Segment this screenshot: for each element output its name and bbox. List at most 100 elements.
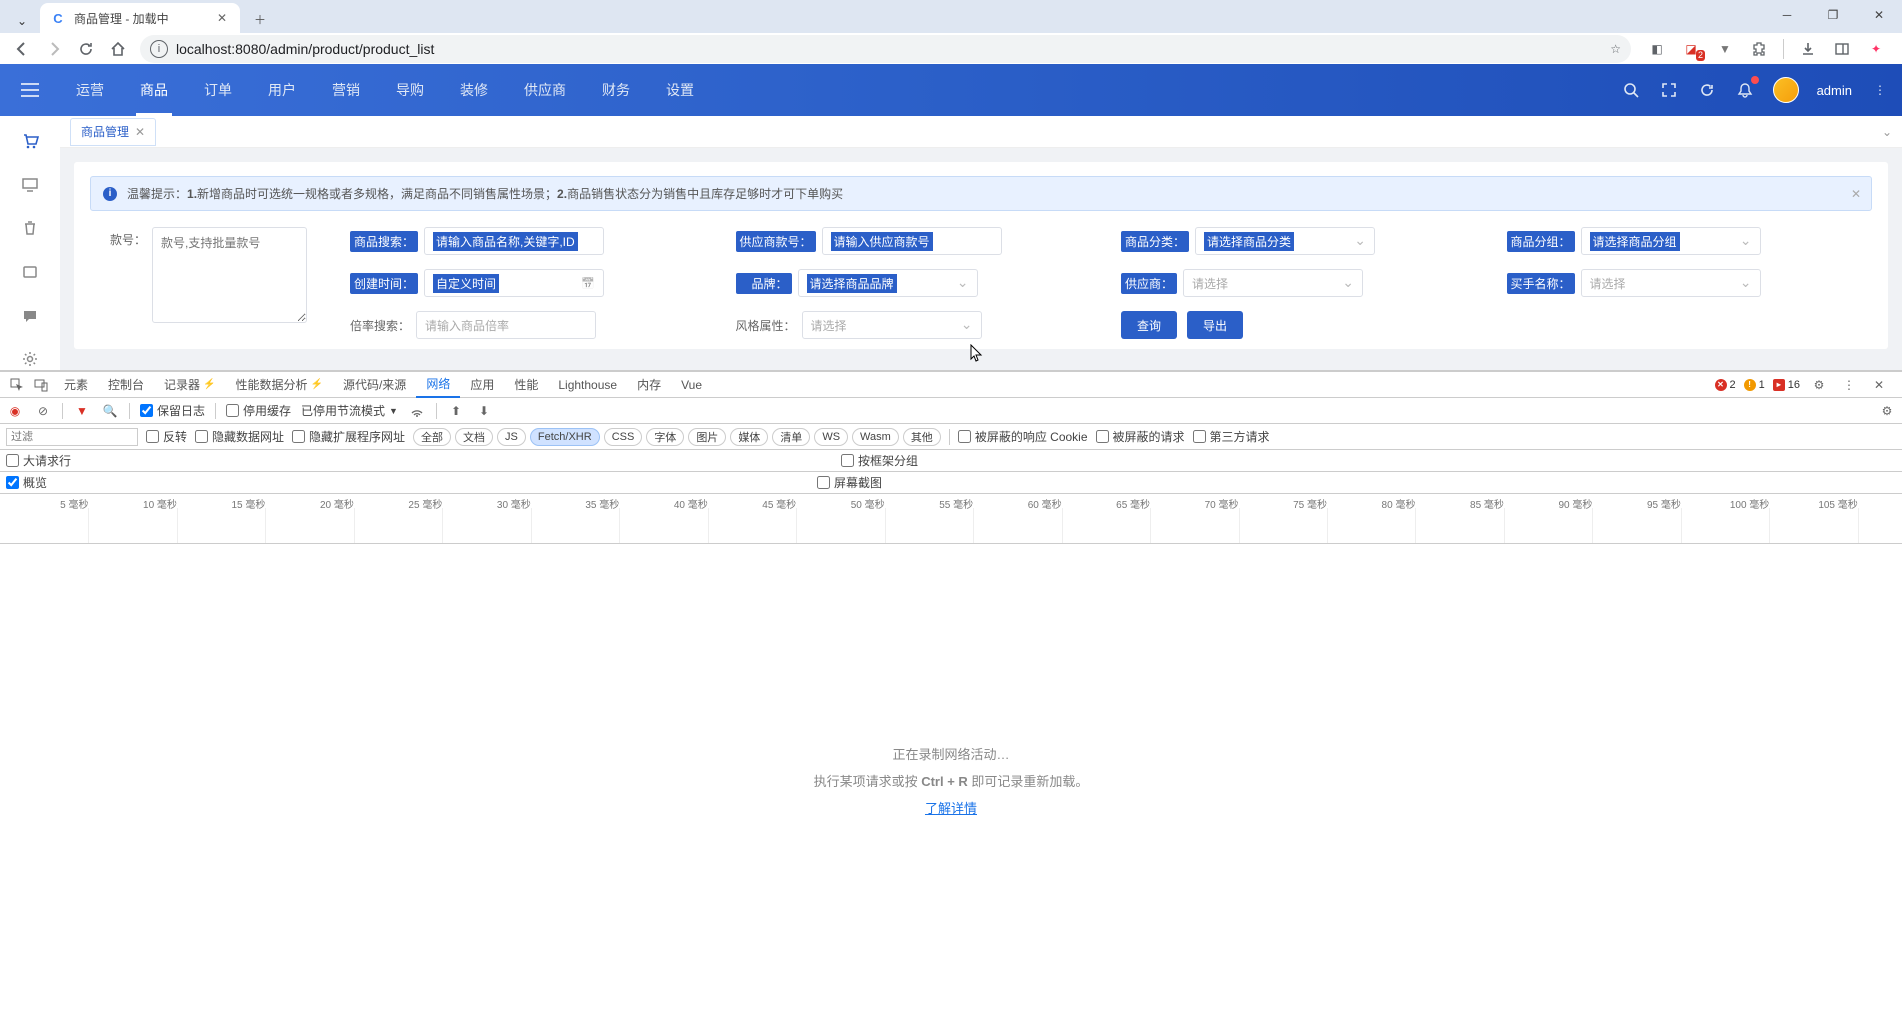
- hide-ext-checkbox[interactable]: 隐藏扩展程序网址: [292, 428, 405, 445]
- nav-item-3[interactable]: 用户: [250, 64, 314, 116]
- devtools-tab-9[interactable]: 内存: [627, 372, 671, 398]
- devtools-tab-4[interactable]: 源代码/来源: [333, 372, 416, 398]
- tab-expand-icon[interactable]: ⌄: [1882, 125, 1892, 139]
- fullscreen-icon[interactable]: [1659, 80, 1679, 100]
- devtools-tab-6[interactable]: 应用: [460, 372, 504, 398]
- nav-item-2[interactable]: 订单: [186, 64, 250, 116]
- nav-item-9[interactable]: 设置: [648, 64, 712, 116]
- sidebar-cart-icon[interactable]: [16, 130, 44, 152]
- network-settings-icon[interactable]: ⚙: [1878, 402, 1896, 420]
- search-input[interactable]: 请输入商品名称,关键字,ID: [424, 227, 604, 255]
- waterfall-timeline[interactable]: 5 毫秒10 毫秒15 毫秒20 毫秒25 毫秒30 毫秒35 毫秒40 毫秒4…: [0, 494, 1902, 544]
- ext-icon-menu[interactable]: ✦: [1866, 39, 1886, 59]
- window-close[interactable]: ✕: [1856, 0, 1902, 30]
- blocked-req-checkbox[interactable]: 被屏蔽的请求: [1096, 428, 1185, 445]
- devtools-tab-2[interactable]: 记录器⚡: [154, 372, 225, 398]
- devtools-device-icon[interactable]: [30, 374, 52, 396]
- filter-pill-8[interactable]: 清单: [772, 428, 810, 446]
- supplier-no-input[interactable]: 请输入供应商款号: [822, 227, 1002, 255]
- sidepanel-icon[interactable]: [1832, 39, 1852, 59]
- address-bar[interactable]: i localhost:8080/admin/product/product_l…: [140, 35, 1631, 63]
- filter-pill-7[interactable]: 媒体: [730, 428, 768, 446]
- devtools-info[interactable]: ▸16: [1773, 379, 1800, 391]
- overview-checkbox[interactable]: 概览: [6, 474, 47, 491]
- bell-icon[interactable]: [1735, 80, 1755, 100]
- group-select[interactable]: 请选择商品分组: [1581, 227, 1761, 255]
- filter-pill-3[interactable]: Fetch/XHR: [530, 428, 600, 446]
- ext-vue-icon[interactable]: ▼: [1715, 39, 1735, 59]
- buyer-select[interactable]: 请选择: [1581, 269, 1761, 297]
- devtools-tab-8[interactable]: Lighthouse: [548, 372, 627, 398]
- filter-toggle-icon[interactable]: ▼: [73, 402, 91, 420]
- page-tab[interactable]: 商品管理 ✕: [70, 118, 156, 146]
- devtools-tab-10[interactable]: Vue: [671, 372, 712, 398]
- more-icon[interactable]: ⋮: [1870, 80, 1890, 100]
- create-time-input[interactable]: 自定义时间: [424, 269, 604, 297]
- hide-data-checkbox[interactable]: 隐藏数据网址: [195, 428, 284, 445]
- devtools-tab-3[interactable]: 性能数据分析⚡: [226, 372, 333, 398]
- page-tab-close-icon[interactable]: ✕: [135, 125, 145, 139]
- devtools-tab-7[interactable]: 性能: [504, 372, 548, 398]
- query-button[interactable]: 查询: [1121, 311, 1177, 339]
- devtools-tab-5[interactable]: 网络: [416, 372, 460, 398]
- group-frame-checkbox[interactable]: 按框架分组: [841, 452, 918, 469]
- style-attr-select[interactable]: 请选择: [802, 311, 982, 339]
- devtools-more-icon[interactable]: ⋮: [1838, 374, 1860, 396]
- filter-pill-4[interactable]: CSS: [604, 428, 643, 446]
- brand-select[interactable]: 请选择商品品牌: [798, 269, 978, 297]
- devtools-errors[interactable]: ✕2: [1715, 379, 1736, 391]
- style-no-textarea[interactable]: [152, 227, 307, 323]
- devtools-tab-1[interactable]: 控制台: [98, 372, 154, 398]
- search-network-icon[interactable]: 🔍: [101, 402, 119, 420]
- filter-pill-9[interactable]: WS: [814, 428, 848, 446]
- devtools-warnings[interactable]: !1: [1744, 379, 1765, 391]
- filter-pill-5[interactable]: 字体: [646, 428, 684, 446]
- sidebar-gear-icon[interactable]: [16, 348, 44, 370]
- ext-icon-2[interactable]: ◪2: [1681, 39, 1701, 59]
- network-filter-input[interactable]: [6, 428, 138, 446]
- screenshot-checkbox[interactable]: 屏幕截图: [817, 474, 882, 491]
- refresh-icon[interactable]: [1697, 80, 1717, 100]
- supplier-select[interactable]: 请选择: [1183, 269, 1363, 297]
- preserve-log-checkbox[interactable]: 保留日志: [140, 402, 205, 419]
- filter-pill-1[interactable]: 文档: [455, 428, 493, 446]
- blocked-cookies-checkbox[interactable]: 被屏蔽的响应 Cookie: [958, 428, 1088, 445]
- site-info-icon[interactable]: i: [150, 40, 168, 58]
- nav-item-8[interactable]: 财务: [584, 64, 648, 116]
- devtools-close-icon[interactable]: ✕: [1868, 374, 1890, 396]
- devtools-inspect-icon[interactable]: [6, 374, 28, 396]
- record-icon[interactable]: ◉: [6, 402, 24, 420]
- filter-pill-11[interactable]: 其他: [903, 428, 941, 446]
- bookmark-star-icon[interactable]: ☆: [1610, 42, 1621, 56]
- big-rows-checkbox[interactable]: 大请求行: [6, 452, 71, 469]
- devtools-settings-icon[interactable]: ⚙: [1808, 374, 1830, 396]
- sidebar-tablet-icon[interactable]: [16, 261, 44, 283]
- extensions-icon[interactable]: [1749, 39, 1769, 59]
- nav-item-1[interactable]: 商品: [122, 64, 186, 116]
- filter-pill-6[interactable]: 图片: [688, 428, 726, 446]
- nav-forward[interactable]: [40, 35, 68, 63]
- alert-close-icon[interactable]: ✕: [1851, 187, 1861, 201]
- nav-reload[interactable]: [72, 35, 100, 63]
- category-select[interactable]: 请选择商品分类: [1195, 227, 1375, 255]
- menu-toggle-icon[interactable]: [12, 83, 48, 97]
- sidebar-monitor-icon[interactable]: [16, 174, 44, 196]
- upload-har-icon[interactable]: ⬆: [447, 402, 465, 420]
- browser-tab[interactable]: C 商品管理 - 加载中 ✕: [40, 3, 240, 33]
- nav-item-6[interactable]: 装修: [442, 64, 506, 116]
- nav-item-5[interactable]: 导购: [378, 64, 442, 116]
- window-minimize[interactable]: ─: [1764, 0, 1810, 30]
- ext-icon-1[interactable]: ◧: [1647, 39, 1667, 59]
- throttling-select[interactable]: 已停用节流模式 ▼: [301, 402, 398, 419]
- download-har-icon[interactable]: ⬇: [475, 402, 493, 420]
- nav-item-7[interactable]: 供应商: [506, 64, 584, 116]
- invert-checkbox[interactable]: 反转: [146, 428, 187, 445]
- tab-search-dropdown[interactable]: ⌄: [10, 9, 34, 33]
- nav-item-0[interactable]: 运营: [58, 64, 122, 116]
- disable-cache-checkbox[interactable]: 停用缓存: [226, 402, 291, 419]
- tab-close-icon[interactable]: ✕: [214, 10, 230, 26]
- search-icon[interactable]: [1621, 80, 1641, 100]
- export-button[interactable]: 导出: [1187, 311, 1243, 339]
- avatar[interactable]: [1773, 77, 1799, 103]
- network-conditions-icon[interactable]: [408, 402, 426, 420]
